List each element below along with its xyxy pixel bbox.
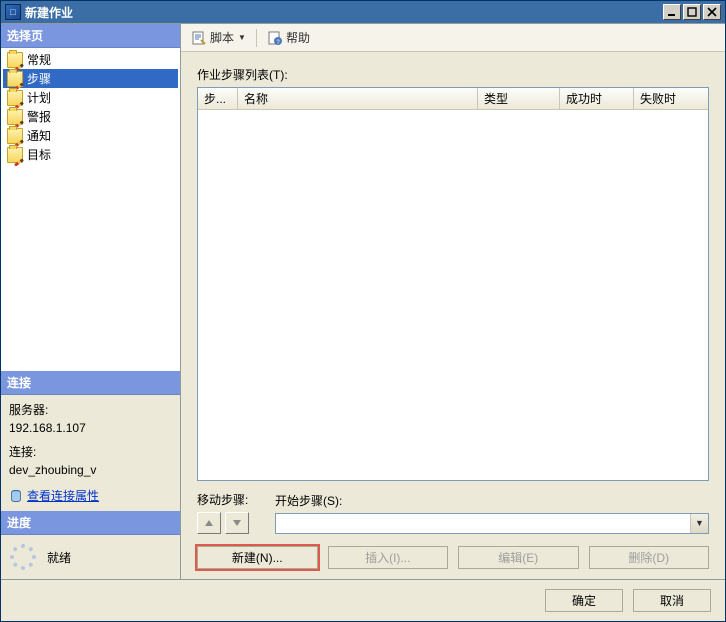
insert-step-button[interactable]: 插入(I)... xyxy=(328,546,449,569)
step-list-label: 作业步骤列表(T): xyxy=(197,66,709,83)
move-step-label: 移动步骤: xyxy=(197,491,249,508)
nav-label: 步骤 xyxy=(27,70,51,87)
move-group: 移动步骤: xyxy=(197,491,249,534)
script-icon xyxy=(191,30,207,46)
col-name[interactable]: 名称 xyxy=(238,88,478,109)
move-up-button[interactable] xyxy=(197,512,221,534)
col-fail[interactable]: 失败时 xyxy=(634,88,708,109)
content: 选择页 常规 步骤 计划 警报 xyxy=(1,23,725,579)
nav-label: 目标 xyxy=(27,146,51,163)
server-label: 服务器: xyxy=(9,401,172,419)
help-label: 帮助 xyxy=(286,29,310,46)
conn-value: dev_zhoubing_v xyxy=(9,461,172,479)
close-button[interactable] xyxy=(703,4,721,20)
col-success[interactable]: 成功时 xyxy=(560,88,634,109)
nav-label: 计划 xyxy=(27,89,51,106)
col-type[interactable]: 类型 xyxy=(478,88,560,109)
edit-step-button[interactable]: 编辑(E) xyxy=(458,546,579,569)
app-icon: □ xyxy=(5,4,21,20)
toolbar: 脚本 ▼ ? 帮助 xyxy=(181,24,725,52)
nav-item-schedule[interactable]: 计划 xyxy=(3,88,178,107)
progress-block: 就绪 xyxy=(1,535,180,579)
nav-item-targets[interactable]: 目标 xyxy=(3,145,178,164)
progress-status: 就绪 xyxy=(47,549,71,566)
select-page-heading: 选择页 xyxy=(1,24,180,48)
job-step-listview[interactable]: 步... 名称 类型 成功时 失败时 xyxy=(197,87,709,481)
view-connection-properties-link[interactable]: 查看连接属性 xyxy=(27,487,99,505)
page-nav: 常规 步骤 计划 警报 通知 xyxy=(1,48,180,371)
chevron-down-icon[interactable]: ▼ xyxy=(690,514,708,533)
nav-label: 常规 xyxy=(27,51,51,68)
page-icon xyxy=(7,90,23,106)
connection-info: 服务器: 192.168.1.107 连接: dev_zhoubing_v 查看… xyxy=(1,395,180,511)
chevron-down-icon: ▼ xyxy=(238,33,246,42)
left-pane: 选择页 常规 步骤 计划 警报 xyxy=(1,24,181,579)
move-row: 移动步骤: 开始步骤(S): xyxy=(197,491,709,534)
steps-page: 作业步骤列表(T): 步... 名称 类型 成功时 失败时 移动步骤: xyxy=(181,52,725,579)
help-button[interactable]: ? 帮助 xyxy=(263,27,314,48)
right-pane: 脚本 ▼ ? 帮助 作业步骤列表(T): 步... 名称 类 xyxy=(181,24,725,579)
page-icon xyxy=(7,147,23,163)
script-dropdown[interactable]: 脚本 ▼ xyxy=(187,27,250,48)
page-icon xyxy=(7,128,23,144)
nav-item-steps[interactable]: 步骤 xyxy=(3,69,178,88)
help-icon: ? xyxy=(267,30,283,46)
page-icon xyxy=(7,71,23,87)
progress-spinner-icon xyxy=(9,543,37,571)
start-step-group: 开始步骤(S): ▼ xyxy=(275,492,709,534)
arrow-down-icon xyxy=(232,518,242,528)
col-step[interactable]: 步... xyxy=(198,88,238,109)
titlebar[interactable]: □ 新建作业 xyxy=(1,1,725,23)
start-step-label: 开始步骤(S): xyxy=(275,492,709,509)
conn-label: 连接: xyxy=(9,443,172,461)
nav-item-general[interactable]: 常规 xyxy=(3,50,178,69)
start-step-value xyxy=(276,514,690,533)
listview-body[interactable] xyxy=(198,110,708,480)
maximize-button[interactable] xyxy=(683,4,701,20)
minimize-button[interactable] xyxy=(663,4,681,20)
nav-label: 通知 xyxy=(27,127,51,144)
page-icon xyxy=(7,109,23,125)
window-title: 新建作业 xyxy=(25,4,73,21)
progress-heading: 进度 xyxy=(1,511,180,535)
ok-button[interactable]: 确定 xyxy=(545,589,623,612)
nav-item-alerts[interactable]: 警报 xyxy=(3,107,178,126)
listview-header: 步... 名称 类型 成功时 失败时 xyxy=(198,88,708,110)
connection-heading: 连接 xyxy=(1,371,180,395)
script-label: 脚本 xyxy=(210,29,234,46)
move-down-button[interactable] xyxy=(225,512,249,534)
nav-label: 警报 xyxy=(27,108,51,125)
database-icon xyxy=(9,489,23,503)
new-job-dialog: □ 新建作业 选择页 常规 步骤 计划 xyxy=(0,0,726,622)
dialog-footer: 确定 取消 xyxy=(1,579,725,621)
nav-item-notifications[interactable]: 通知 xyxy=(3,126,178,145)
step-action-buttons: 新建(N)... 插入(I)... 编辑(E) 删除(D) xyxy=(197,546,709,569)
cancel-button[interactable]: 取消 xyxy=(633,589,711,612)
start-step-combo[interactable]: ▼ xyxy=(275,513,709,534)
page-icon xyxy=(7,52,23,68)
delete-step-button[interactable]: 删除(D) xyxy=(589,546,710,569)
server-value: 192.168.1.107 xyxy=(9,419,172,437)
arrow-up-icon xyxy=(204,518,214,528)
new-step-button[interactable]: 新建(N)... xyxy=(197,546,318,569)
toolbar-separator xyxy=(256,29,257,47)
